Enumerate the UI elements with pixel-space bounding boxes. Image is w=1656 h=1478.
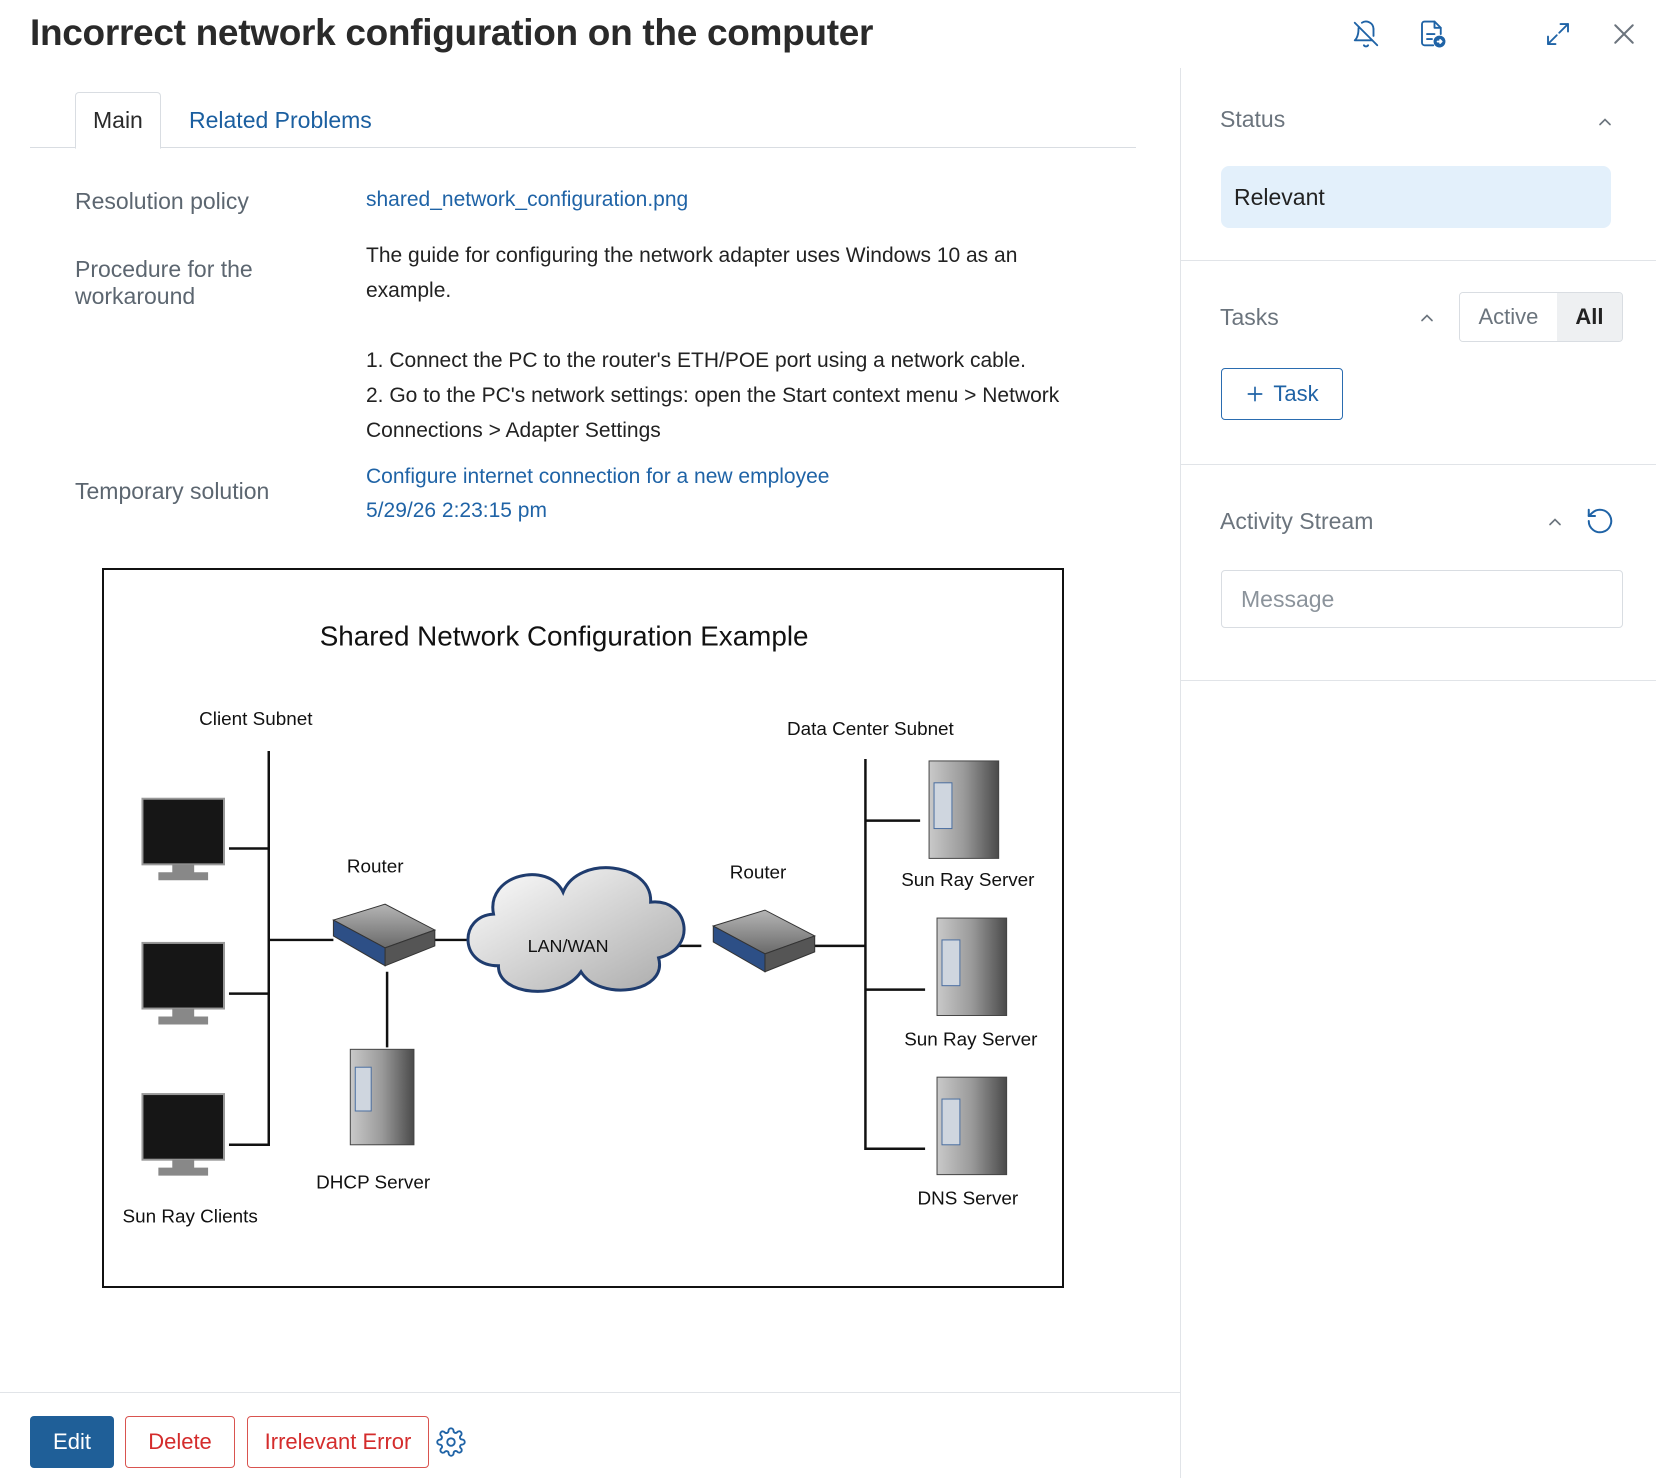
procedure-step-1: 1. Connect the PC to the router's ETH/PO… <box>366 349 1027 372</box>
dns-server-label: DNS Server <box>917 1188 1018 1209</box>
filter-active[interactable]: Active <box>1460 293 1557 341</box>
sun-ray-server-1 <box>928 760 1000 859</box>
chevron-up-icon[interactable] <box>1417 308 1437 328</box>
divider <box>1181 260 1656 261</box>
procedure-label-line1: Procedure for the <box>75 256 253 282</box>
tab-main[interactable]: Main <box>75 92 161 149</box>
refresh-icon[interactable] <box>1585 506 1615 536</box>
gear-icon[interactable] <box>436 1427 466 1457</box>
lan-wan-label: LAN/WAN <box>528 936 609 956</box>
main-content: Main Related Problems Resolution policy … <box>0 68 1180 1478</box>
dhcp-server-label: DHCP Server <box>316 1173 430 1194</box>
temporary-solution-value: Configure internet connection for a new … <box>366 460 1076 528</box>
resolution-policy-label: Resolution policy <box>75 188 249 214</box>
sun-ray-client-2 <box>141 941 225 1025</box>
status-value[interactable]: Relevant <box>1221 166 1611 228</box>
task-filter-toggle: Active All <box>1459 292 1623 342</box>
sun-ray-server-2-label: Sun Ray Server <box>904 1029 1037 1050</box>
filter-all[interactable]: All <box>1556 293 1622 341</box>
sun-ray-client-3 <box>141 1093 225 1176</box>
add-task-label: Task <box>1273 381 1319 406</box>
procedure-step-2-line1: 2. Go to the PC's network settings: open… <box>366 384 1060 407</box>
dhcp-server <box>349 1048 415 1146</box>
procedure-label-line2: workaround <box>75 283 196 309</box>
delete-button[interactable]: Delete <box>125 1416 235 1468</box>
expand-icon[interactable] <box>1540 16 1576 52</box>
procedure-intro-line2: example. <box>366 279 452 302</box>
divider <box>1181 680 1656 681</box>
sun-ray-server-2 <box>936 917 1008 1017</box>
plus-icon <box>1247 386 1263 402</box>
diagram-title: Shared Network Configuration Example <box>320 621 809 652</box>
tab-related-problems[interactable]: Related Problems <box>172 92 389 149</box>
add-task-button[interactable]: Task <box>1221 368 1343 420</box>
chevron-up-icon[interactable] <box>1595 112 1615 132</box>
tasks-title: Tasks <box>1220 304 1279 330</box>
resolution-policy-link[interactable]: shared_network_configuration.png <box>366 188 688 211</box>
sun-ray-server-1-label: Sun Ray Server <box>901 870 1034 891</box>
resolution-policy-value: shared_network_configuration.png <box>366 182 1076 217</box>
close-icon[interactable] <box>1606 16 1642 52</box>
divider <box>1181 464 1656 465</box>
router-right-label: Router <box>730 862 787 883</box>
temporary-solution-label: Temporary solution <box>75 478 270 504</box>
action-bar: Edit Delete Irrelevant Error <box>0 1392 1180 1478</box>
temporary-solution-date[interactable]: 5/29/26 2:23:15 pm <box>366 494 1076 528</box>
procedure-intro-line1: The guide for configuring the network ad… <box>366 244 1018 267</box>
router-left-label: Router <box>347 856 404 877</box>
tab-bar: Main Related Problems <box>30 92 1136 149</box>
page-title: Incorrect network configuration on the c… <box>30 12 874 53</box>
bell-off-icon[interactable] <box>1348 16 1384 52</box>
message-input[interactable] <box>1221 570 1623 628</box>
router-left <box>332 903 437 967</box>
sun-ray-client-1 <box>141 797 225 881</box>
dns-server <box>936 1076 1008 1176</box>
client-subnet-label: Client Subnet <box>199 709 313 730</box>
data-center-subnet-label: Data Center Subnet <box>787 719 955 740</box>
chevron-up-icon[interactable] <box>1545 512 1565 532</box>
activity-stream-title: Activity Stream <box>1220 508 1374 534</box>
irrelevant-error-button[interactable]: Irrelevant Error <box>247 1416 429 1468</box>
temporary-solution-link[interactable]: Configure internet connection for a new … <box>366 460 1076 494</box>
sun-ray-clients-label: Sun Ray Clients <box>123 1206 258 1227</box>
procedure-step-2-line2: Connections > Adapter Settings <box>366 419 661 442</box>
router-right <box>711 909 816 973</box>
edit-button[interactable]: Edit <box>30 1416 114 1468</box>
network-diagram-image[interactable]: Shared Network Configuration Example Cli… <box>102 568 1064 1288</box>
sidebar: Status Relevant Tasks Active All Task Ac… <box>1180 68 1656 1478</box>
procedure-label: Procedure for the workaround <box>75 256 253 310</box>
procedure-value: The guide for configuring the network ad… <box>366 238 1076 448</box>
document-export-icon[interactable] <box>1414 16 1450 52</box>
status-title: Status <box>1220 106 1286 132</box>
lan-wan-cloud <box>466 866 686 993</box>
